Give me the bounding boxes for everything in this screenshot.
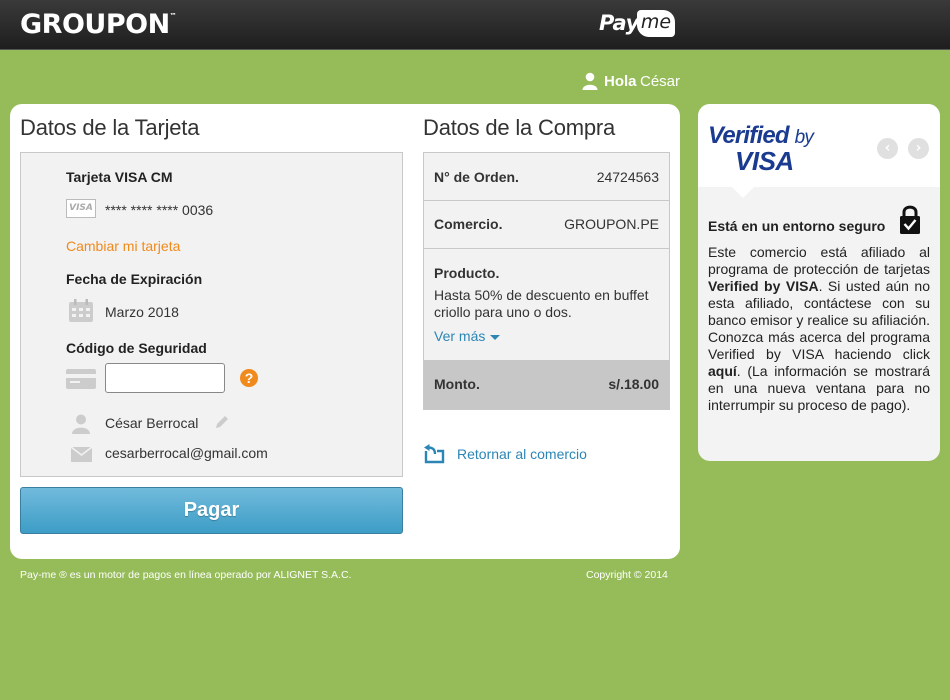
- chevron-left-icon[interactable]: ‹: [877, 138, 898, 159]
- chevron-right-icon[interactable]: ›: [908, 138, 929, 159]
- merchant-label: Comercio.: [434, 216, 503, 232]
- top-bar: GROUPON™ Pay me: [0, 0, 950, 50]
- merchant-row: Comercio. GROUPON.PE: [424, 201, 669, 249]
- footer-operator-text: Pay-me ® es un motor de pagos en línea o…: [20, 569, 352, 581]
- groupon-logo-trademark: ™: [169, 12, 177, 20]
- groupon-logo[interactable]: GROUPON™: [20, 9, 177, 40]
- credit-card-icon: [66, 369, 96, 389]
- product-row: Producto. Hasta 50% de descuento en buff…: [424, 249, 669, 360]
- order-row: N° de Orden. 24724563: [424, 153, 669, 201]
- purchase-details-table: N° de Orden. 24724563 Comercio. GROUPON.…: [423, 152, 670, 410]
- user-icon: [582, 72, 598, 90]
- secure-text-bold1: Verified by VISA: [708, 278, 819, 294]
- masked-card-number: **** **** **** 0036: [105, 202, 214, 218]
- security-code-input[interactable]: [105, 363, 225, 393]
- caret-down-icon: [490, 334, 501, 340]
- greeting-name: César: [640, 73, 681, 90]
- lock-check-icon: [900, 205, 920, 234]
- visa-card-icon: VISA: [66, 199, 96, 218]
- here-link[interactable]: aquí: [708, 363, 737, 379]
- amount-row: Monto. s/.18.00: [424, 360, 669, 409]
- payme-logo-pay: Pay: [599, 11, 639, 35]
- help-icon[interactable]: ?: [240, 369, 258, 387]
- amount-label: Monto.: [434, 376, 480, 392]
- payme-logo-me: me: [637, 10, 675, 37]
- pay-button[interactable]: Pagar: [20, 487, 403, 534]
- visa-logo: VISA: [735, 146, 794, 176]
- pencil-icon[interactable]: [214, 414, 230, 430]
- expiration-value: Marzo 2018: [105, 304, 179, 320]
- order-label: N° de Orden.: [434, 169, 519, 185]
- merchant-value: GROUPON.PE: [564, 216, 659, 232]
- card-name: Tarjeta VISA CM: [66, 169, 173, 185]
- verified-by-visa-logo-verified: Verified: [708, 122, 790, 149]
- cardholder-email: cesarberrocal@gmail.com: [105, 445, 268, 461]
- cardholder-name: César Berrocal: [105, 415, 199, 431]
- person-icon: [72, 414, 90, 434]
- see-more-label: Ver más: [434, 328, 486, 344]
- verified-by-visa-panel: Verified by VISA ‹ › Está en un entorno …: [698, 104, 940, 461]
- greeting-hola: Hola: [604, 73, 637, 90]
- secure-environment-title: Está en un entorno seguro: [708, 218, 886, 234]
- verified-by-visa-logo-by: by: [794, 127, 814, 148]
- expiration-label: Fecha de Expiración: [66, 271, 203, 287]
- order-value: 24724563: [596, 169, 659, 185]
- card-details-box: Tarjeta VISA CM VISA **** **** **** 0036…: [20, 152, 403, 477]
- mail-icon: [71, 447, 92, 462]
- verified-by-visa-header: Verified by VISA ‹ ›: [698, 104, 940, 198]
- amount-value: s/.18.00: [608, 376, 659, 392]
- see-more-link[interactable]: Ver más: [434, 328, 501, 344]
- card-section-title: Datos de la Tarjeta: [20, 115, 200, 140]
- return-icon: [424, 444, 445, 464]
- product-label: Producto.: [434, 265, 500, 281]
- calendar-icon: [69, 299, 93, 322]
- change-card-link[interactable]: Cambiar mi tarjeta: [66, 238, 180, 254]
- footer-copyright: Copyright © 2014: [586, 569, 668, 581]
- return-link-label: Retornar al comercio: [457, 446, 587, 462]
- secure-environment-description: Este comercio está afiliado al programa …: [708, 244, 930, 414]
- checkout-panel: Datos de la Tarjeta Datos de la Compra T…: [10, 104, 680, 559]
- security-code-label: Código de Seguridad: [66, 340, 207, 356]
- groupon-logo-text: GROUPON: [20, 9, 170, 40]
- secure-text-part3: . (La información se mostrará en una nue…: [708, 363, 930, 413]
- product-description: Hasta 50% de descuento en buffet criollo…: [434, 287, 649, 320]
- secure-text-part1: Este comercio está afiliado al programa …: [708, 244, 930, 277]
- purchase-section-title: Datos de la Compra: [423, 115, 616, 140]
